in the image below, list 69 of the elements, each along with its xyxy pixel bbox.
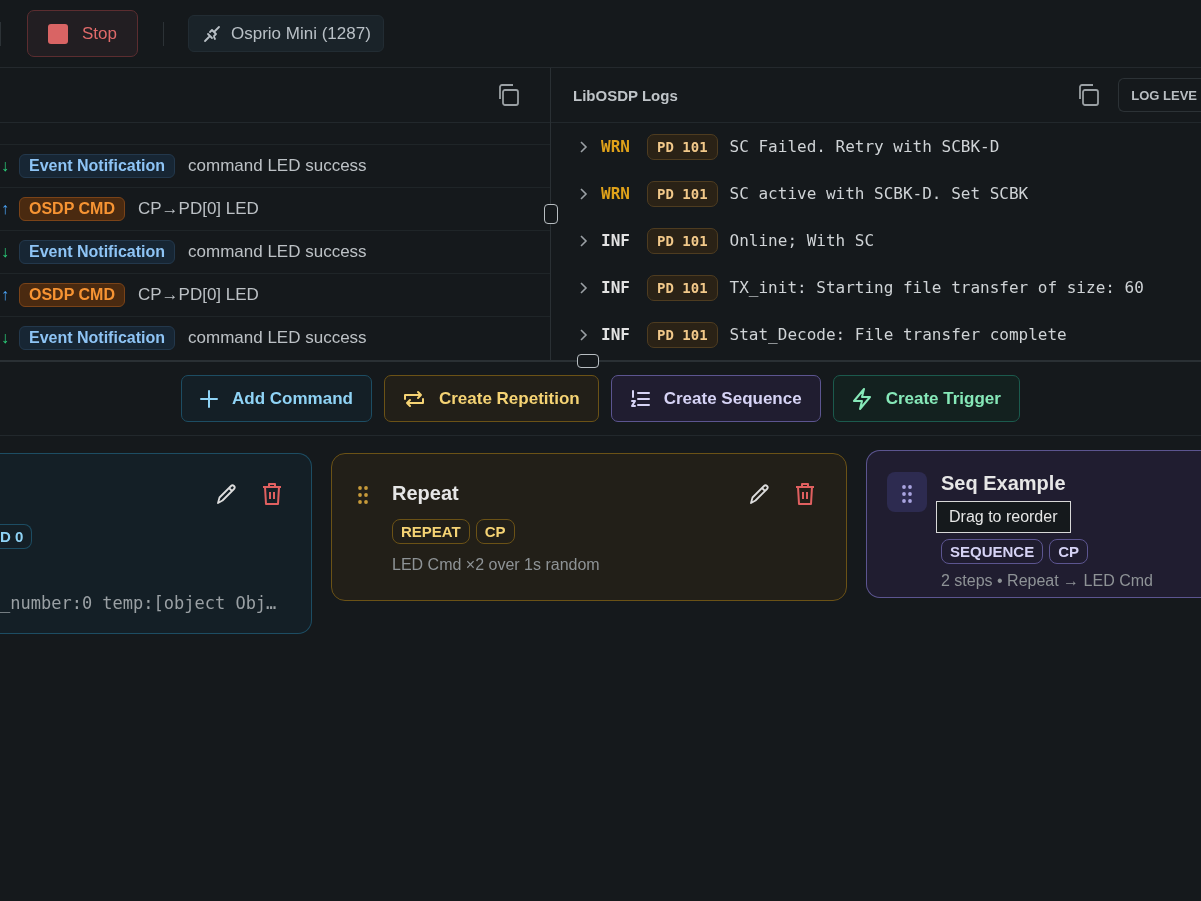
chevron-right-icon[interactable] <box>579 233 589 248</box>
packet-text: command LED success <box>188 242 367 262</box>
plus-icon <box>200 389 219 408</box>
packet-tag: OSDP CMD <box>19 283 125 307</box>
chevron-right-icon[interactable] <box>579 186 589 201</box>
packet-text: CP→PD[0] LED <box>137 199 259 219</box>
log-level: WRN <box>601 137 631 156</box>
stop-button[interactable]: Stop <box>27 10 138 57</box>
card-detail: 2 steps • Repeat → LED Cmd <box>941 572 1153 590</box>
chevron-right-icon[interactable] <box>579 139 589 154</box>
numbered-list-icon <box>629 388 650 409</box>
packet-tag: Event Notification <box>19 154 175 178</box>
card-tag: CP <box>1049 539 1089 564</box>
card-tag: SEQUENCE <box>941 539 1044 564</box>
log-source: PD 101 <box>647 321 718 348</box>
log-level: WRN <box>601 184 631 203</box>
log-source: PD 101 <box>647 180 718 207</box>
trash-icon[interactable] <box>261 482 283 506</box>
pencil-icon[interactable] <box>215 482 239 506</box>
log-message: Stat_Decode: File transfer complete <box>729 325 1067 344</box>
card-detail: _number:0 temp:[object Obj… <box>0 593 277 613</box>
packet-tag: Event Notification <box>19 240 175 264</box>
up-arrow-icon: ↑ <box>1 286 9 304</box>
drag-handle-icon[interactable] <box>902 485 912 503</box>
log-level: INF <box>601 231 631 250</box>
action-button[interactable]: Add Command <box>181 375 372 422</box>
chevron-right-icon[interactable] <box>579 327 589 342</box>
copy-icon[interactable] <box>496 83 520 107</box>
drag-handle-icon[interactable] <box>358 486 368 504</box>
card-title: Seq Example <box>941 472 1067 495</box>
action-button[interactable]: Create Sequence <box>610 375 821 422</box>
up-arrow-icon: ↑ <box>1 200 9 218</box>
repeat-icon <box>402 389 425 408</box>
trash-icon[interactable] <box>794 482 816 506</box>
log-message: Online; With SC <box>729 231 875 250</box>
card-detail: LED Cmd ×2 over 1s random <box>392 556 600 574</box>
lightning-icon <box>851 387 872 410</box>
down-arrow-icon: ↓ <box>1 243 9 261</box>
copy-icon[interactable] <box>1076 83 1101 107</box>
down-arrow-icon: ↓ <box>1 157 9 175</box>
tooltip: Drag to reorder <box>936 501 1071 533</box>
device-chip[interactable]: Osprio Mini (1287) <box>188 15 384 52</box>
resize-handle[interactable] <box>577 354 599 368</box>
log-level: INF <box>601 325 631 344</box>
packet-text: CP→PD[0] LED <box>137 285 259 305</box>
packet-tag: OSDP CMD <box>19 197 125 221</box>
action-button[interactable]: Create Repetition <box>383 375 599 422</box>
packet-text: command LED success <box>188 328 367 348</box>
packet-text: command LED success <box>188 156 367 176</box>
pencil-icon[interactable] <box>748 482 772 506</box>
panel-title: LibOSDP Logs <box>573 86 679 104</box>
plug-icon <box>203 24 221 43</box>
card-tag: CP <box>475 519 515 544</box>
log-level: INF <box>601 278 631 297</box>
card-tag: D 0 <box>0 524 33 549</box>
log-level-button[interactable]: LOG LEVE <box>1118 78 1201 112</box>
down-arrow-icon: ↓ <box>1 329 9 347</box>
log-message: SC active with SCBK-D. Set SCBK <box>729 184 1029 203</box>
card-tag: REPEAT <box>392 519 470 544</box>
action-button[interactable]: Create Trigger <box>832 375 1020 422</box>
log-message: TX_init: Starting file transfer of size: 60 <box>729 278 1144 297</box>
log-source: PD 101 <box>647 227 718 254</box>
log-source: PD 101 <box>647 274 718 301</box>
log-message: SC Failed. Retry with SCBK-D <box>729 137 1000 156</box>
log-source: PD 101 <box>647 133 718 160</box>
packet-tag: Event Notification <box>19 326 175 350</box>
chevron-right-icon[interactable] <box>579 280 589 295</box>
resize-handle[interactable] <box>544 204 558 224</box>
card-title: Repeat <box>392 482 460 505</box>
